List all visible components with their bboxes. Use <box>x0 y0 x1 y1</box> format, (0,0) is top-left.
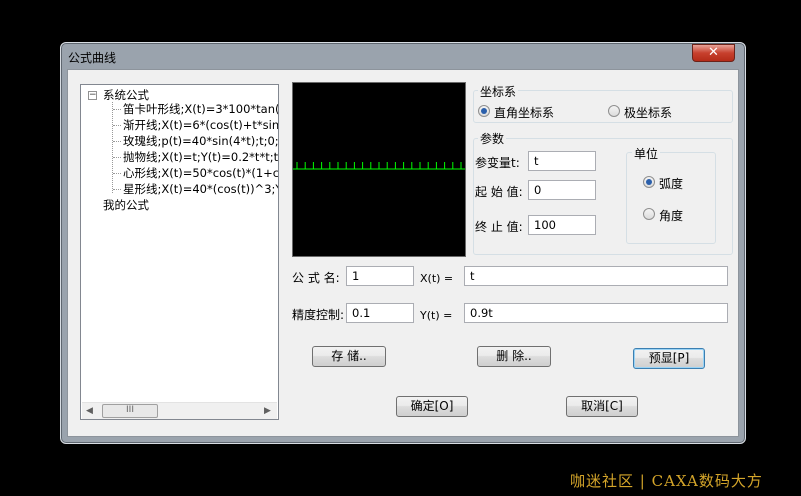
radio-polar[interactable] <box>608 105 620 117</box>
tree-connector <box>113 157 121 158</box>
cancel-button[interactable]: 取消[C] <box>566 396 638 417</box>
param-start-input[interactable]: 0 <box>528 180 596 200</box>
ok-button[interactable]: 确定[O] <box>396 396 468 417</box>
preview-button[interactable]: 预显[P] <box>633 348 705 369</box>
horizontal-scrollbar[interactable]: ◀ III ▶ <box>82 402 277 419</box>
param-variable-input[interactable]: t <box>528 151 596 171</box>
window-title: 公式曲线 <box>68 51 117 65</box>
param-variable-label: 参变量t: <box>475 156 520 170</box>
tree-item-folium[interactable]: 笛卡叶形线;X(t)=3*100*tan(t) <box>123 102 278 116</box>
radio-radian-label[interactable]: 弧度 <box>659 175 683 192</box>
delete-button[interactable]: 删 除.. <box>477 346 551 367</box>
x-of-t-label: X(t) = <box>420 272 454 285</box>
curve-preview-canvas <box>292 82 466 257</box>
radio-degree-label[interactable]: 角度 <box>659 207 683 224</box>
precision-label: 精度控制: <box>292 308 345 322</box>
tree-node-system-formulas[interactable]: 系统公式 <box>103 88 149 102</box>
tree-connector <box>113 141 121 142</box>
tree-node-my-formulas[interactable]: 我的公式 <box>103 198 149 212</box>
close-icon: ✕ <box>708 45 719 60</box>
scroll-right-icon[interactable]: ▶ <box>264 406 271 416</box>
precision-input[interactable]: 0.1 <box>346 303 414 323</box>
unit-label: 单位 <box>632 145 661 162</box>
x-of-t-input[interactable]: t <box>464 266 728 286</box>
tree-connector <box>113 109 121 110</box>
radio-radian[interactable] <box>643 176 655 188</box>
unit-group <box>626 152 716 244</box>
tree-connector <box>112 102 113 193</box>
formula-curve-dialog: 公式曲线 ✕ − 系统公式 笛卡叶形线;X(t)=3*100*tan(t) 渐开… <box>60 42 746 444</box>
save-button[interactable]: 存 储.. <box>312 346 386 367</box>
y-of-t-label: Y(t) = <box>420 309 453 322</box>
params-label: 参数 <box>478 130 507 147</box>
close-button[interactable]: ✕ <box>692 44 735 62</box>
tree-item-astroid[interactable]: 星形线;X(t)=40*(cos(t))^3;Y(t <box>123 182 278 196</box>
radio-cartesian-label[interactable]: 直角坐标系 <box>494 104 554 121</box>
param-end-label: 终 止 值: <box>475 220 523 234</box>
formula-name-input[interactable]: 1 <box>346 266 414 286</box>
tree-item-rose[interactable]: 玫瑰线;p(t)=40*sin(4*t);t;0;36 <box>123 134 278 148</box>
dialog-client-area: − 系统公式 笛卡叶形线;X(t)=3*100*tan(t) 渐开线;X(t)=… <box>67 69 739 437</box>
scroll-thumb[interactable]: III <box>102 404 158 418</box>
tree-item-parabola[interactable]: 抛物线;X(t)=t;Y(t)=0.2*t*t;t;- <box>123 150 278 164</box>
tree-connector <box>113 189 121 190</box>
param-end-input[interactable]: 100 <box>528 215 596 235</box>
tree-connector <box>113 125 121 126</box>
scroll-left-icon[interactable]: ◀ <box>86 406 93 416</box>
radio-degree[interactable] <box>643 208 655 220</box>
curve-preview-svg <box>293 162 465 170</box>
tree-connector <box>113 173 121 174</box>
param-start-label: 起 始 值: <box>475 185 523 199</box>
radio-cartesian[interactable] <box>478 105 490 117</box>
formula-tree[interactable]: − 系统公式 笛卡叶形线;X(t)=3*100*tan(t) 渐开线;X(t)=… <box>80 84 279 420</box>
watermark-text: 咖迷社区 | CAXA数码大方 <box>570 472 763 490</box>
formula-name-label: 公 式 名: <box>292 271 340 285</box>
curve-tick-marks <box>296 162 462 169</box>
y-of-t-input[interactable]: 0.9t <box>464 303 728 323</box>
coord-system-label: 坐标系 <box>478 83 519 100</box>
radio-polar-label[interactable]: 极坐标系 <box>624 104 672 121</box>
tree-item-involute[interactable]: 渐开线;X(t)=6*(cos(t)+t*sin(t) <box>123 118 278 132</box>
tree-item-cardioid[interactable]: 心形线;X(t)=50*cos(t)*(1+cos <box>123 166 278 180</box>
collapse-icon[interactable]: − <box>88 91 97 100</box>
scroll-grip-icon: III <box>126 405 134 415</box>
